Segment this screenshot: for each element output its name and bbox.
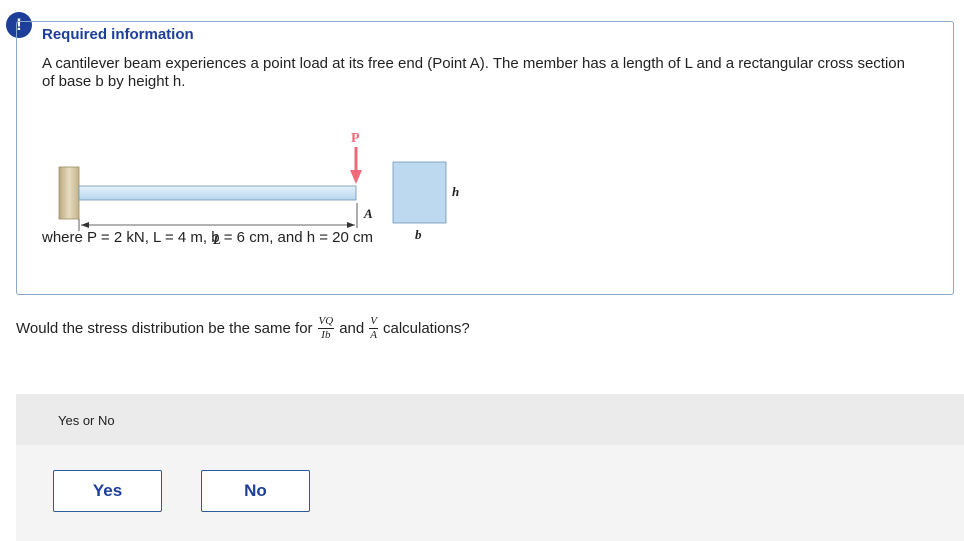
height-label: h [452, 184, 459, 199]
vq-over-ib-fraction: VQ Ib [317, 315, 335, 341]
cross-section [392, 161, 447, 224]
beam [78, 185, 357, 201]
fraction-numerator: VQ [317, 315, 335, 329]
load-arrow [350, 147, 362, 184]
question-prefix: Would the stress distribution be the sam… [16, 320, 313, 337]
v-over-a-fraction: V A [369, 316, 378, 341]
fraction-denominator: Ib [321, 329, 331, 341]
answer-panel: Yes or No Yes No [16, 394, 964, 541]
cantilever-beam-figure: P A L h b [58, 131, 459, 247]
yes-button[interactable]: Yes [53, 470, 162, 512]
answer-prompt: Yes or No [58, 413, 115, 428]
fraction-denominator: A [370, 329, 377, 341]
fraction-numerator: V [369, 315, 378, 329]
question-text: Would the stress distribution be the sam… [16, 316, 470, 341]
question-suffix: calculations? [382, 320, 470, 337]
no-button[interactable]: No [201, 470, 310, 512]
question-connector: and [339, 320, 365, 337]
given-values: where P = 2 kN, L = 4 m, b = 6 cm, and h… [42, 229, 374, 246]
base-label: b [415, 227, 422, 242]
load-label: P [351, 131, 360, 146]
point-a-label: A [363, 206, 373, 221]
wall-support [58, 166, 80, 220]
answer-header [16, 394, 964, 445]
